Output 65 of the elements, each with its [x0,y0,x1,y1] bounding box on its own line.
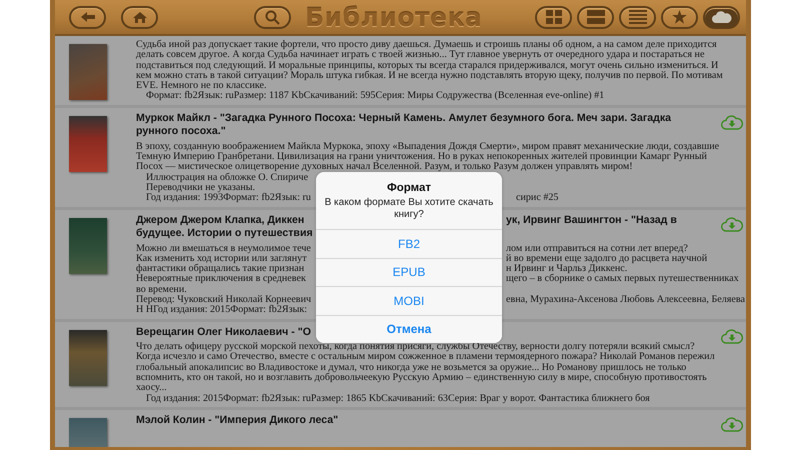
back-button[interactable] [69,6,106,28]
cloud-icon [712,11,732,23]
book-description: хаосу... [136,382,167,394]
book-description: Что делать офицеру русской морской пехоты, когда понятия присяги, службы Отечеству, верности долгу потеряли всякий смысл? [136,341,695,352]
book-cover [69,330,107,386]
rows-icon [586,10,604,24]
book-title: рунного посоха." [136,125,226,138]
star-button[interactable] [661,6,698,28]
book-description: Судьба иной раз допускает такие фортели, что просто диву даешься. Думаешь и строишь планы об одном, а на самом деле приходится [136,39,717,50]
book-description: фантастики обращались такие признан [136,264,304,274]
book-description: Можно ли вмешаться в неумолимое тече [136,244,311,254]
book-cover [69,44,107,100]
star-icon [672,10,687,24]
list-icon [628,10,646,24]
cloud-button[interactable] [703,6,740,28]
book-title: Джером Джером Клапка, Диккен [136,214,304,228]
book-cover [69,116,107,172]
book-description: EVE. Немного не по классике. [136,80,267,92]
book-description: щего – в сборнике о самых первых путешественниках [506,274,739,285]
rows-button[interactable] [577,6,614,28]
book-title: будущее. Истории о путешествия [136,227,313,240]
search-icon [265,10,280,24]
book-description: Темную Империю Гранбретани. Цивилизация на грани уничтожения. Но в руках непокоренных жителей провинции Камарг Рунный [136,151,707,162]
book-cover [69,218,107,274]
cancel-button[interactable]: Отмена [316,314,502,343]
book-description: В эпоху, созданную воображением Майкла Муркока, эпоху «Выпадения Дождя Смерти», миром правят механические люди, создавшие [136,140,720,152]
book-description: Когда исчезло и само Отечество, вместе с остальным миром сожженное в пламени термоядерного пожара? Николай Романов пережил [136,351,715,362]
book-details: Переводчики не указаны. [146,182,256,193]
format-option[interactable]: FB2 [316,229,502,258]
book-description: н Ирвинг и Чарльз Диккенс. [506,264,628,274]
book-description: й во времени еще задолго до расцвета научной [506,254,708,264]
book-title: Верещагин Олег Николаевич - "О [136,326,311,338]
book-description: Перевод: Чуковский Николай Корнеевич [136,295,312,306]
book-title: Муркок Майкл - "Загадка Рунного Посоха: Черный Камень. Амулет безумного бога. Меч зари. Загадка [136,112,672,124]
back-arrow-icon [80,11,96,23]
dialog-title: Формат [386,182,432,194]
book-description: Невероятные приключения в средневек [136,274,306,285]
book-details: сирис #25 [516,193,558,204]
book-description: глобальный апокалипсис во Владивостоке и думал, что никогда уже не возьмется за оружие... Но Романову пришлось не только [136,362,686,373]
header-title: Библиотека [305,2,482,32]
search-button[interactable] [254,6,291,28]
book-details: Иллюстрация на обложке О. Спириче [146,172,308,183]
grid-icon [546,10,562,24]
book-description: евна, Мурахина-Аксенова Любовь Алексеевна, Беляева [506,295,746,306]
book-details: Год издания: 1993Формат: fb2Язык: ru [146,193,311,204]
format-option[interactable]: MOBI [316,286,502,314]
format-option[interactable]: EPUB [316,258,502,286]
dialog-message: В каком формате Вы хотите скачать книгу? [324,197,494,221]
book-details: Год издания: 2015Формат: fb2Язык: ruРазмер: 1865 KbСкачиваний: 63Серия: Враг у ворот. Фантастика ближнего боя [146,392,650,404]
book-title: ук, Ирвинг Вашингтон - "Назад в [506,214,677,228]
book-description: Посох — мистическое олицетворение духовных начал Вселенной. Разум, и только Разум должен управлять миром! [136,161,633,172]
grid-button[interactable] [535,6,572,28]
book-description: во времени. [136,284,187,295]
book-title: Мэлой Колин - "Империя Дикого леса" [136,414,338,426]
book-description: Как изменить ход истории или заглянут [136,254,307,264]
book-description: вспомнить, кто он такой, но и возглавить добровольчеекую Русскую Армию – единственную силу в мире, способную противостоять [136,372,707,384]
book-description: лом или отправиться на сотни лет вперед? [506,244,688,254]
book-description: кем можно стать в такой ситуации? Мораль штука гибкая. И не всегда нужно подставлять вторую щеку, получив по первой. По мотивам [136,70,723,81]
book-description: подставиться под следующий. И моральные принципы, которых ты всегда старался придерживался, могут очень сильно измениться. И [136,60,718,71]
home-button[interactable] [121,6,158,28]
list-button[interactable] [619,6,656,28]
home-icon [132,10,148,24]
book-description: Н НГод издания: 2015Формат: fb2Язык: [136,304,308,316]
book-description: делать совсем другое. А когда Судьба начинает играть с твоей жизнью... Тут главное увернуть от очередного удара и постараться не [136,49,704,60]
book-details: Формат: fb2Язык: ruРазмер: 1187 KbСкачиваний: 595Серия: Миры Содружества (Вселенная eve-online) #1 [146,90,604,102]
